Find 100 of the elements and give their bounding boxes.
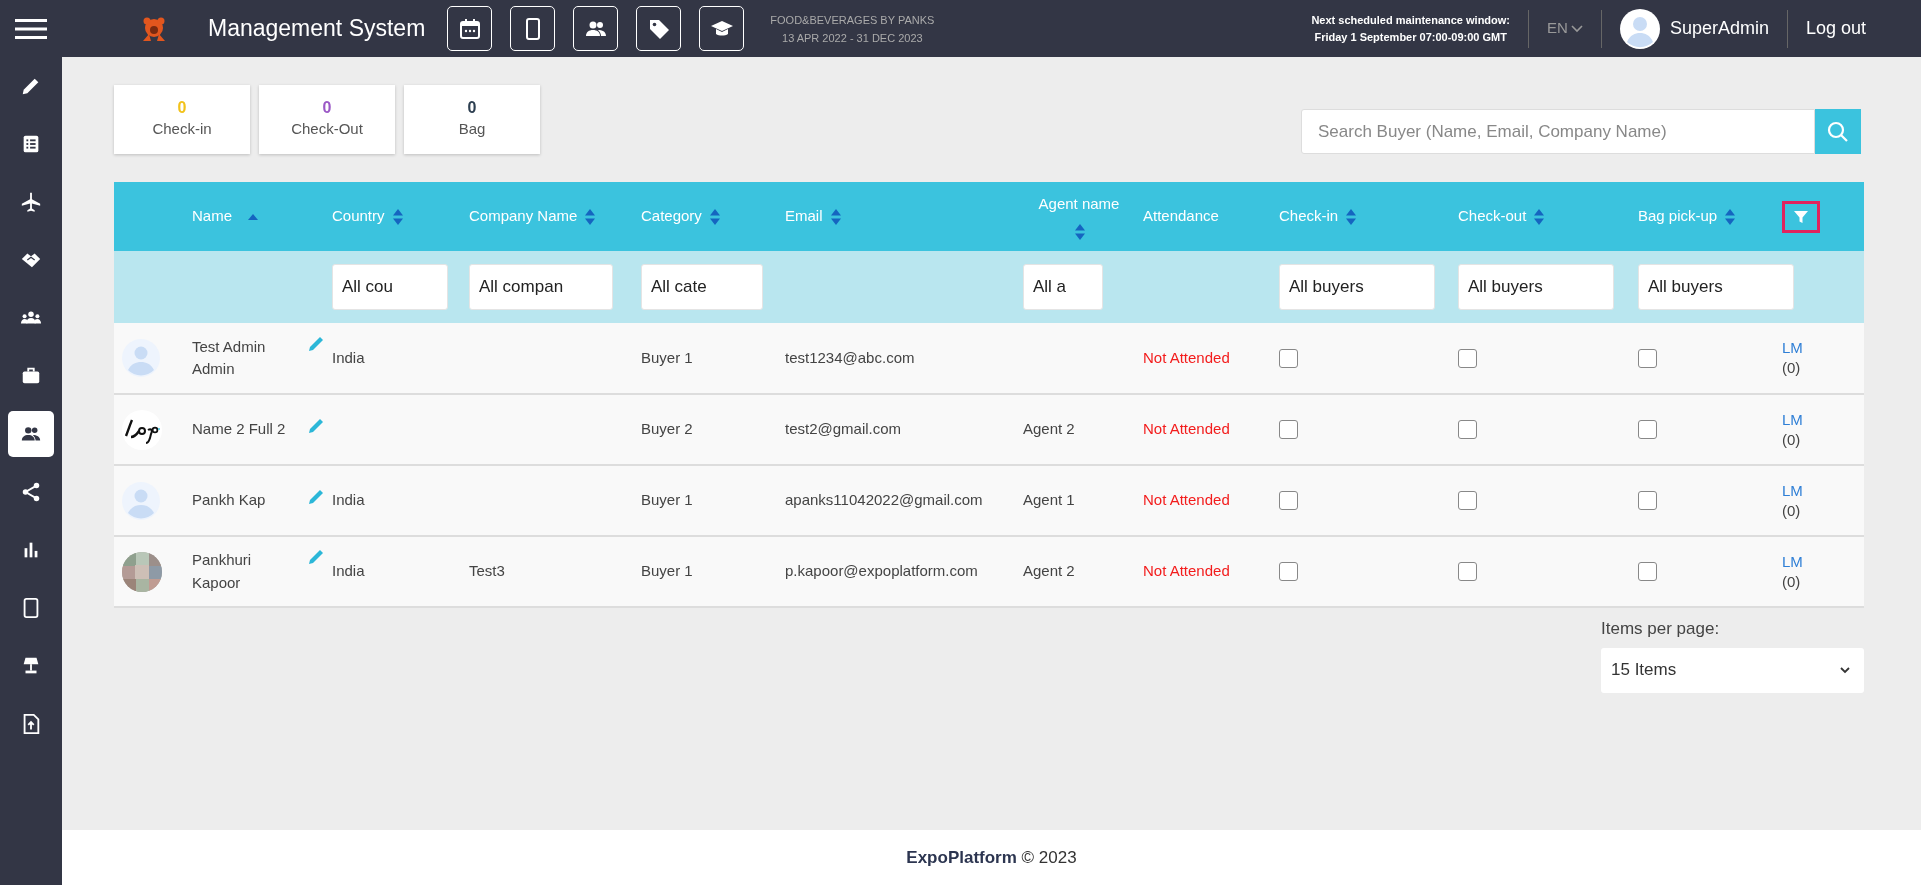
filter-select[interactable]: All cate: [641, 264, 763, 310]
attendance-status: Not Attended: [1143, 562, 1230, 580]
column-header: Company Name: [469, 206, 578, 227]
attendance-status: Not Attended: [1143, 420, 1230, 438]
lm-link[interactable]: LM: [1782, 552, 1803, 570]
logout-button[interactable]: Log out: [1805, 15, 1866, 42]
attendance-status: Not Attended: [1143, 491, 1230, 509]
column-header: Check-out: [1458, 206, 1527, 227]
toolbar-button[interactable]: [510, 6, 556, 51]
column-header: Agent name: [1038, 194, 1120, 215]
lm-link[interactable]: LM: [1782, 481, 1803, 499]
count-text: (0): [1782, 430, 1801, 448]
checkbox[interactable]: [1458, 420, 1477, 439]
toolbar-button[interactable]: [636, 6, 682, 51]
cell-text: India: [332, 562, 365, 580]
column-header: Check-in: [1279, 206, 1339, 227]
edit-icon: [308, 335, 324, 352]
event-name: FOOD&BEVERAGES BY PANKS: [770, 12, 935, 28]
filter-select[interactable]: All cou: [332, 264, 448, 310]
cell-text: Agent 1: [1023, 491, 1075, 509]
checkbox[interactable]: [1458, 562, 1477, 581]
calendar-icon: [457, 16, 482, 41]
stat-label: Check-Out: [291, 119, 363, 140]
stat-value: 0: [322, 98, 332, 119]
checkbox[interactable]: [1279, 491, 1298, 510]
count-text: (0): [1782, 501, 1801, 519]
column-header: Name: [192, 206, 232, 227]
toolbar-button[interactable]: [573, 6, 619, 51]
page-size-select[interactable]: 15 Items: [1601, 647, 1864, 693]
edit-icon: [308, 489, 324, 506]
filter-select[interactable]: All a: [1023, 264, 1103, 310]
checkbox[interactable]: [1279, 348, 1298, 368]
buyer-name: Pankhuri Kapoor: [192, 550, 253, 593]
menu-icon: [15, 17, 47, 40]
user-avatar: [1619, 8, 1660, 49]
email-text: apanks11042022@gmail.com: [785, 491, 983, 509]
filter-button[interactable]: [1782, 200, 1820, 233]
count-text: (0): [1782, 359, 1801, 376]
edit-icon: [308, 418, 324, 435]
column-header: Attendance: [1143, 206, 1219, 227]
lm-link[interactable]: LM: [1782, 339, 1803, 356]
checkbox[interactable]: [1638, 348, 1657, 368]
checkbox[interactable]: [1638, 420, 1657, 439]
chevron-down-icon: [1840, 666, 1850, 674]
stat-label: Check-in: [152, 119, 212, 140]
filter-select[interactable]: All compan: [469, 264, 613, 310]
cell-text: Agent 2: [1023, 562, 1075, 580]
checkbox[interactable]: [1458, 348, 1477, 368]
toolbar-button[interactable]: [447, 6, 493, 51]
email-text: p.kapoor@expoplatform.com: [785, 562, 978, 580]
attendance-status: Not Attended: [1143, 348, 1230, 366]
maintenance-label: Next scheduled maintenance window:: [1311, 12, 1511, 28]
lm-link[interactable]: LM: [1782, 410, 1803, 428]
cell-text: Buyer 1: [641, 491, 693, 509]
avatar-icon: [122, 481, 160, 520]
cell-text: Buyer 2: [641, 420, 693, 438]
items-per-page-label: Items per page:: [1601, 618, 1720, 640]
filter-select[interactable]: All buyers: [1638, 264, 1794, 310]
language-selector[interactable]: EN: [1547, 17, 1583, 40]
search-icon: [1826, 119, 1850, 144]
column-header: Email: [785, 206, 823, 227]
app-title: Management System: [208, 14, 426, 44]
search-field[interactable]: Search Buyer (Name, Email, Company Name): [1301, 109, 1815, 154]
buyer-name: Name 2 Full 2: [192, 419, 286, 440]
airplane-icon: [20, 191, 42, 213]
cell-text: Buyer 1: [641, 348, 693, 366]
checkbox[interactable]: [1638, 491, 1657, 510]
buyer-name: Pankh Kap: [192, 490, 266, 511]
checkbox[interactable]: [1458, 491, 1477, 510]
footer-text: ExpoPlatform © 2023: [906, 846, 1077, 869]
filter-select[interactable]: All buyers: [1458, 264, 1614, 310]
checkbox[interactable]: [1279, 562, 1298, 581]
buyer-name: Test Admin Admin: [192, 336, 267, 379]
share-icon: [20, 481, 42, 503]
filter-select[interactable]: All buyers: [1279, 264, 1435, 310]
sidebar-item[interactable]: [8, 411, 54, 457]
chevron-down-icon: [1570, 24, 1583, 33]
cell-text: Buyer 1: [641, 562, 693, 580]
user-name: SuperAdmin: [1669, 17, 1769, 40]
filter-icon: [1794, 209, 1808, 224]
maintenance-time: Friday 1 September 07:00-09:00 GMT: [1313, 29, 1508, 45]
cell-text: Test3: [469, 562, 505, 580]
edit-icon: [308, 549, 324, 565]
column-header: Country: [332, 206, 385, 227]
event-dates: 13 APR 2022 - 31 DEC 2023: [781, 30, 924, 46]
email-text: test1234@abc.com: [785, 348, 915, 366]
avatar-icon: [122, 339, 160, 377]
count-text: (0): [1782, 572, 1801, 590]
checkbox[interactable]: [1279, 420, 1298, 439]
column-header: Category: [641, 206, 702, 227]
stat-label: Bag: [458, 119, 486, 140]
toolbar-button[interactable]: [699, 6, 745, 51]
cell-text: India: [332, 348, 365, 366]
cell-text: Agent 2: [1023, 420, 1075, 438]
checkbox[interactable]: [1638, 562, 1657, 581]
cell-text: India: [332, 491, 365, 509]
email-text: test2@gmail.com: [785, 420, 902, 438]
stat-value: 0: [177, 98, 187, 119]
stat-value: 0: [467, 98, 477, 119]
column-header: Bag pick-up: [1638, 206, 1718, 227]
